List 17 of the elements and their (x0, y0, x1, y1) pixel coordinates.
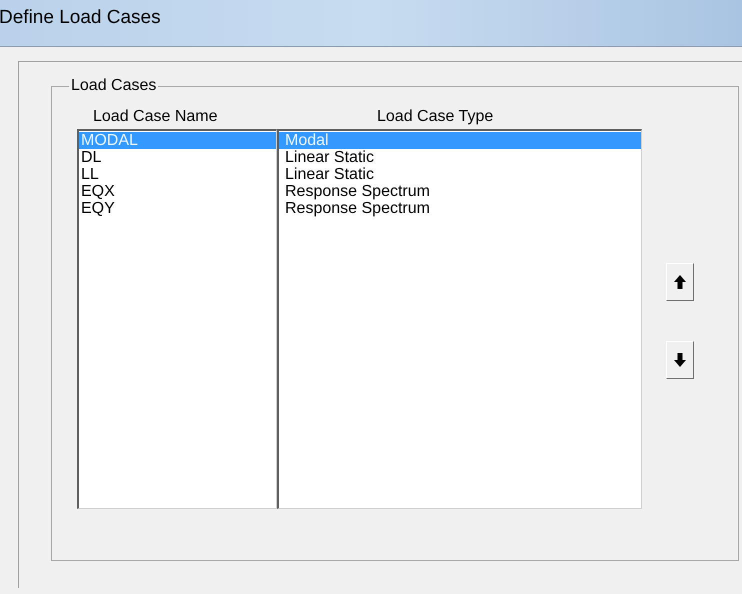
list-item[interactable]: LL (79, 166, 276, 183)
type-list[interactable]: Modal Linear Static Linear Static Response Spectrum Response Spectrum (277, 129, 642, 509)
list-item[interactable]: EQX (79, 183, 276, 200)
list-item[interactable]: Linear Static (279, 166, 641, 183)
name-list[interactable]: MODAL DL LL EQX EQY (77, 129, 277, 509)
column-header: Load Case Name (92, 107, 219, 127)
list-item[interactable]: Linear Static (279, 149, 641, 166)
up-arrow-icon (674, 275, 686, 289)
move-up-button[interactable] (666, 263, 694, 301)
move-down-button[interactable] (666, 341, 694, 379)
window-title: Define Load Cases (0, 6, 161, 30)
down-arrow-icon (674, 353, 686, 367)
list-item[interactable]: EQY (79, 200, 276, 217)
list-item[interactable]: Response Spectrum (279, 183, 641, 200)
column-header: Load Case Type (376, 107, 494, 127)
list-item[interactable]: DL (79, 149, 276, 166)
list-item[interactable]: Response Spectrum (279, 200, 641, 217)
